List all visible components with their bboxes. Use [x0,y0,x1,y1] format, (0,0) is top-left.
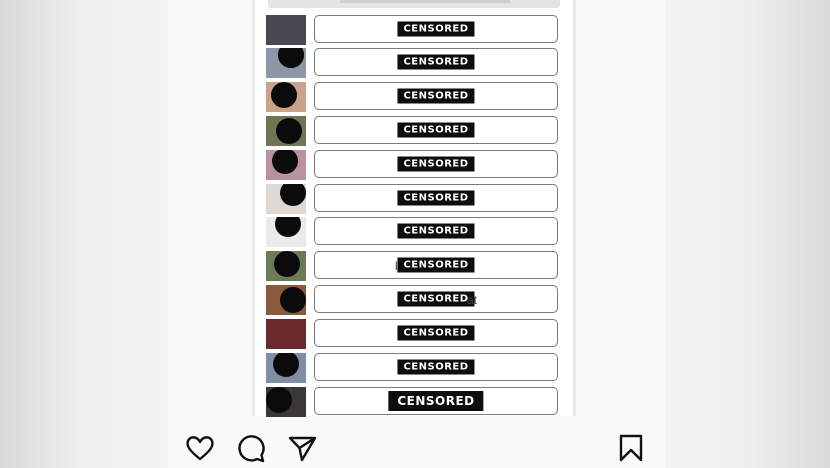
text-field: CENSORED [314,116,558,144]
avatar [266,353,306,383]
bookmark-icon[interactable] [615,432,647,464]
avatar [266,251,306,281]
avatar [266,48,306,78]
avatar [266,150,306,180]
list-item: CENSORED [266,184,562,214]
list-item: CENSORED [266,150,562,180]
list-item: d CENSORED [266,353,562,383]
text-field: a CENSORED at [314,285,558,313]
list-item: li CENSORED [266,251,562,281]
text-field: s CENSORED [314,387,558,415]
text-field: CENSORED [314,184,558,212]
text-field: CENSORED [314,15,558,43]
avatar [266,387,306,417]
censor-bar: CENSORED [388,391,484,411]
top-strip-line [340,0,510,3]
comment-icon[interactable] [235,432,267,464]
avatar [266,82,306,112]
censor-bar: CENSORED [397,122,475,138]
avatar [266,319,306,349]
censor-bar: CENSORED [397,223,475,239]
avatar [266,184,306,214]
list-item: CENSORED [266,48,562,78]
list-item: a CENSORED at [266,285,562,315]
share-icon[interactable] [286,432,318,464]
heart-icon[interactable] [184,432,216,464]
censor-bar: CENSORED [397,21,475,37]
avatar [266,116,306,146]
avatar [266,285,306,315]
censor-bar: CENSORED [397,156,475,172]
text-field: f CENSORED [314,217,558,245]
text-fragment: at [467,293,478,307]
list-item: CENSORED [266,15,562,45]
list-item: CENSORED [266,82,562,112]
censor-bar: CENSORED [397,190,475,206]
censor-bar: CENSORED [397,325,475,341]
text-field: d CENSORED [314,353,558,381]
censor-bar: CENSORED [397,359,475,375]
censor-bar: CENSORED [397,257,475,273]
avatar [266,217,306,247]
censor-bar: CENSORED [397,291,475,307]
censor-bar: CENSORED [397,54,475,70]
text-field: CENSORED [314,150,558,178]
list-item: CENSORED [266,116,562,146]
list-item: CENSORED [266,319,562,349]
list-item: f CENSORED [266,217,562,247]
text-field: CENSORED [314,48,558,76]
text-field: CENSORED [314,319,558,347]
list-item: s CENSORED [266,387,562,417]
text-field: li CENSORED [314,251,558,279]
text-field: CENSORED [314,82,558,110]
censor-bar: CENSORED [397,88,475,104]
avatar [266,15,306,45]
